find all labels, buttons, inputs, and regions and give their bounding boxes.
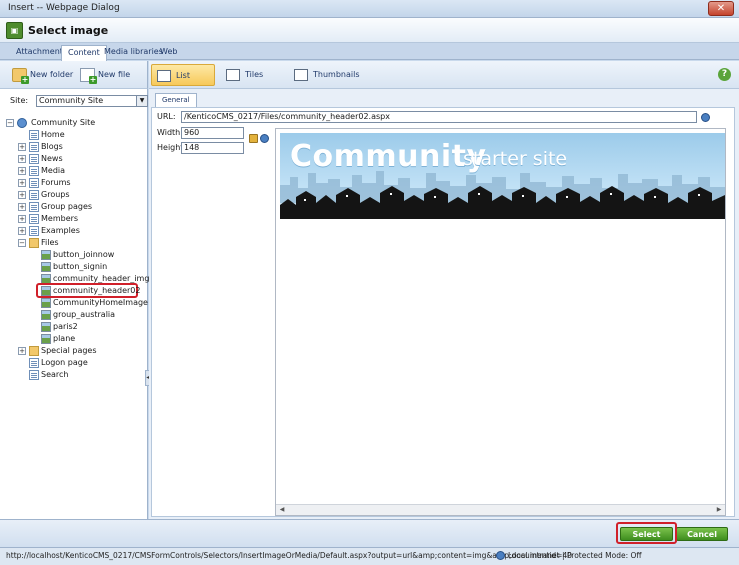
chevron-down-icon: ▼	[136, 96, 147, 106]
list-view-icon	[157, 70, 171, 82]
image-icon	[41, 262, 51, 272]
view-thumbnails-button[interactable]: Thumbnails	[289, 64, 369, 86]
collapse-icon[interactable]: −	[18, 239, 26, 247]
page-icon	[29, 370, 39, 380]
expand-icon[interactable]: +	[18, 167, 26, 175]
content-tree-panel: Site: Community Site ▼ − Community Site …	[0, 89, 152, 519]
scroll-right-icon[interactable]: ▶	[714, 506, 724, 514]
thumbnails-view-icon	[294, 69, 308, 81]
tree-item-selected[interactable]: community_header02	[36, 283, 140, 298]
collapse-icon[interactable]: −	[6, 119, 14, 127]
folder-icon	[29, 346, 39, 356]
site-select[interactable]: Community Site ▼	[36, 95, 148, 107]
source-tabs: Attachments Content Media libraries Web	[0, 43, 739, 61]
url-input[interactable]: /KenticoCMS_0217/Files/community_header0…	[181, 111, 697, 123]
page-icon	[29, 142, 39, 152]
expand-icon[interactable]: +	[18, 347, 26, 355]
new-folder-icon: +	[12, 68, 29, 84]
scroll-left-icon[interactable]: ◀	[277, 506, 287, 514]
view-tiles-button[interactable]: Tiles	[221, 64, 281, 86]
site-label: Site:	[10, 96, 29, 105]
expand-icon[interactable]: +	[18, 203, 26, 211]
width-input[interactable]: 960	[181, 127, 244, 139]
image-icon	[41, 322, 51, 332]
expand-icon[interactable]: +	[18, 179, 26, 187]
expand-icon[interactable]: +	[18, 227, 26, 235]
content-toolbar: + New folder + New file	[0, 61, 148, 89]
banner-subtitle: starter site	[463, 148, 568, 170]
expand-icon[interactable]: +	[18, 191, 26, 199]
image-icon	[41, 310, 51, 320]
image-dialog-icon: ▣	[6, 22, 23, 39]
new-file-icon: +	[80, 68, 97, 84]
expand-icon[interactable]: +	[18, 215, 26, 223]
tab-general[interactable]: General	[155, 93, 197, 107]
security-zone: Local intranet | Protected Mode: Off	[496, 548, 642, 564]
status-bar: http://localhost/KenticoCMS_0217/CMSForm…	[0, 547, 739, 565]
close-icon: ✕	[716, 3, 726, 14]
window-close-button[interactable]: ✕	[708, 1, 734, 16]
page-icon	[29, 154, 39, 164]
folder-icon	[29, 238, 39, 248]
image-icon	[41, 286, 51, 296]
preview-banner-image: Community starter site	[280, 133, 725, 219]
refresh-url-icon[interactable]	[701, 113, 710, 122]
select-button-highlight	[616, 522, 677, 544]
properties-panel: URL: /KenticoCMS_0217/Files/community_he…	[151, 107, 735, 517]
tiles-view-icon	[226, 69, 240, 81]
window-titlebar: Insert -- Webpage Dialog ✕	[0, 0, 739, 18]
intranet-globe-icon	[496, 551, 505, 560]
expand-icon[interactable]: +	[18, 155, 26, 163]
image-properties-area: General URL: /KenticoCMS_0217/Files/comm…	[149, 89, 739, 519]
globe-icon	[17, 118, 27, 128]
page-icon	[29, 190, 39, 200]
status-url: http://localhost/KenticoCMS_0217/CMSForm…	[6, 551, 572, 560]
page-icon	[29, 202, 39, 212]
help-icon[interactable]: ?	[718, 68, 731, 81]
lock-ratio-icon[interactable]	[249, 134, 258, 143]
width-label: Width:	[157, 128, 183, 137]
image-preview: Community starter site ◀ ▶	[275, 128, 726, 516]
new-folder-button[interactable]: + New folder	[12, 67, 73, 84]
preview-horizontal-scrollbar[interactable]: ◀ ▶	[276, 504, 725, 515]
expand-icon[interactable]: +	[18, 143, 26, 151]
cancel-button[interactable]: Cancel	[676, 527, 728, 541]
page-icon	[29, 130, 39, 140]
page-icon	[29, 214, 39, 224]
tab-web[interactable]: Web	[154, 45, 183, 60]
page-icon	[29, 178, 39, 188]
page-icon	[29, 226, 39, 236]
url-label: URL:	[157, 112, 176, 121]
view-list-button[interactable]: List	[151, 64, 215, 86]
image-icon	[41, 334, 51, 344]
window-title: Insert -- Webpage Dialog	[8, 3, 120, 13]
banner-title: Community	[290, 139, 487, 174]
reset-size-icon[interactable]	[260, 134, 269, 143]
dialog-title: Select image	[28, 24, 109, 37]
page-icon	[29, 358, 39, 368]
height-input[interactable]: 148	[181, 142, 244, 154]
site-selector-row: Site: Community Site ▼	[10, 95, 148, 107]
new-file-button[interactable]: + New file	[80, 67, 130, 84]
image-icon	[41, 298, 51, 308]
dialog-header: ▣ Select image	[0, 18, 739, 43]
image-icon	[41, 250, 51, 260]
page-icon	[29, 166, 39, 176]
view-mode-toolbar: List Tiles Thumbnails ?	[149, 61, 739, 89]
